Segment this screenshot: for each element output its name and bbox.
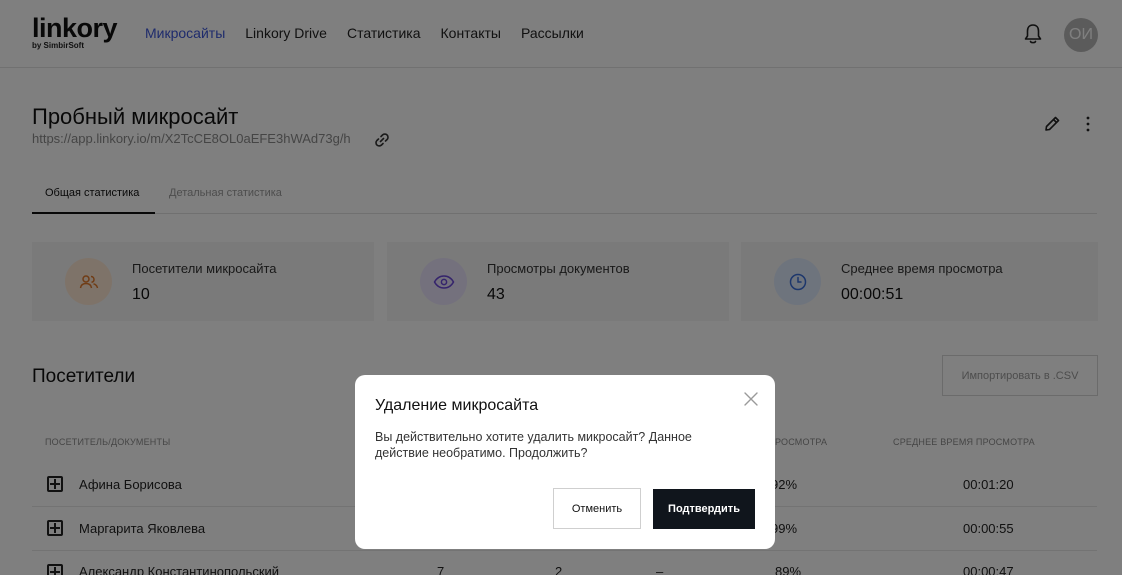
dialog-message: Вы действительно хотите удалить микросай… [375, 430, 692, 460]
dialog-title: Удаление микросайта [375, 397, 539, 414]
close-icon[interactable] [743, 391, 759, 407]
confirm-button[interactable]: Подтвердить [653, 489, 755, 529]
cancel-button[interactable]: Отменить [553, 488, 641, 529]
delete-microsite-dialog: Удаление микросайта Вы действительно хот… [355, 375, 775, 549]
